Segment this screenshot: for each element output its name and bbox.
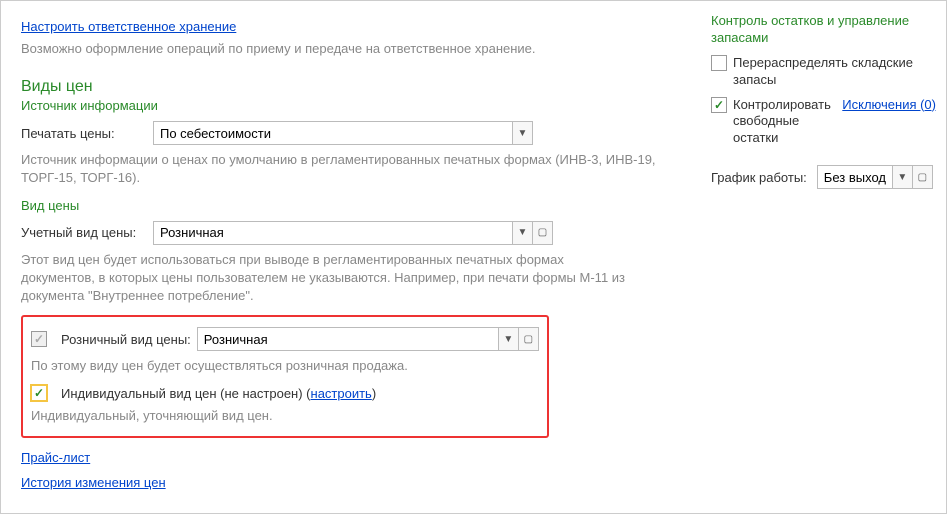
schedule-select[interactable]: ▼ ▢: [817, 165, 933, 189]
retail-price-checkbox: [31, 331, 47, 347]
storage-desc: Возможно оформление операций по приему и…: [21, 40, 681, 58]
print-prices-label: Печатать цены:: [21, 126, 147, 141]
prices-title: Виды цен: [21, 78, 681, 96]
configure-storage-link[interactable]: Настроить ответственное хранение: [21, 19, 236, 34]
stock-control-title: Контроль остатков и управление запасами: [711, 13, 936, 47]
open-icon[interactable]: ▢: [912, 166, 932, 188]
individual-price-label: Индивидуальный вид цен (не настроен) (на…: [61, 386, 376, 401]
retail-price-select[interactable]: ▼ ▢: [197, 327, 539, 351]
source-desc: Источник информации о ценах по умолчанию…: [21, 151, 681, 187]
schedule-input[interactable]: [818, 166, 892, 188]
dropdown-icon[interactable]: ▼: [512, 122, 532, 144]
dropdown-icon[interactable]: ▼: [512, 222, 532, 244]
schedule-label: График работы:: [711, 170, 807, 185]
configure-individual-link[interactable]: настроить: [311, 386, 372, 401]
account-price-label: Учетный вид цены:: [21, 225, 147, 240]
open-icon[interactable]: ▢: [532, 222, 552, 244]
price-history-link[interactable]: История изменения цен: [21, 475, 166, 490]
retail-price-label: Розничный вид цены:: [61, 332, 191, 347]
account-price-select[interactable]: ▼ ▢: [153, 221, 553, 245]
source-subtitle: Источник информации: [21, 98, 681, 113]
dropdown-icon[interactable]: ▼: [892, 166, 912, 188]
account-price-input[interactable]: [154, 222, 512, 244]
redistribute-stock-checkbox[interactable]: [711, 55, 727, 71]
exceptions-link[interactable]: Исключения (0): [842, 97, 936, 114]
control-balance-label: Контролировать свободные остатки: [733, 97, 832, 148]
type-subtitle: Вид цены: [21, 198, 681, 213]
print-prices-input[interactable]: [154, 122, 512, 144]
individual-price-desc: Индивидуальный, уточняющий вид цен.: [31, 407, 539, 425]
retail-price-desc: По этому виду цен будет осуществляться р…: [31, 357, 539, 375]
retail-price-input[interactable]: [198, 328, 498, 350]
open-icon[interactable]: ▢: [518, 328, 538, 350]
pricelist-link[interactable]: Прайс-лист: [21, 450, 90, 465]
print-prices-select[interactable]: ▼: [153, 121, 533, 145]
highlighted-section: Розничный вид цены: ▼ ▢ По этому виду це…: [21, 315, 549, 437]
control-balance-checkbox[interactable]: [711, 97, 727, 113]
account-price-desc: Этот вид цен будет использоваться при вы…: [21, 251, 641, 306]
individual-price-checkbox[interactable]: [31, 385, 47, 401]
dropdown-icon[interactable]: ▼: [498, 328, 518, 350]
redistribute-stock-label: Перераспределять складские запасы: [733, 55, 936, 89]
